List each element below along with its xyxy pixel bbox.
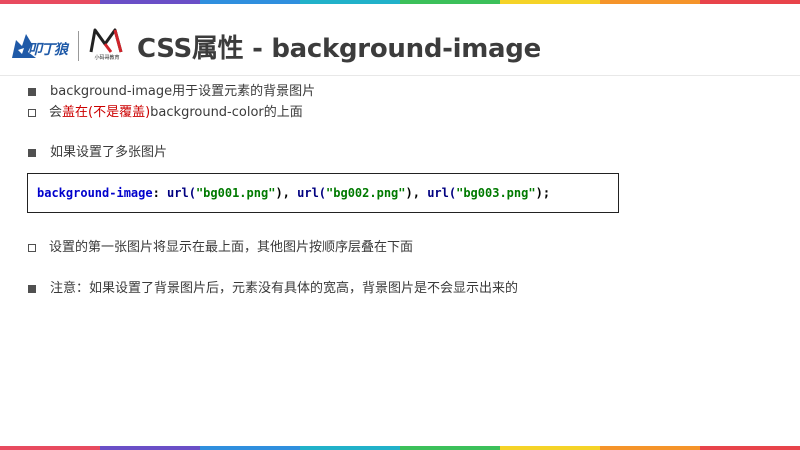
filled-square-bullet-icon (28, 88, 36, 96)
stripe-segment (500, 446, 600, 450)
code-property: background-image (37, 186, 153, 200)
stripe-segment (0, 446, 100, 450)
stripe-segment (400, 446, 500, 450)
stripe-segment (200, 0, 300, 4)
code-separator: ), (405, 186, 428, 200)
bullet-item: 会盖在(不是覆盖) background-color的上面 (28, 104, 303, 122)
bottom-color-stripe (0, 446, 800, 450)
stripe-segment (600, 446, 700, 450)
stripe-segment (0, 0, 100, 4)
bullet-item: 如果设置了多张图片 (28, 144, 167, 162)
stripe-segment (700, 446, 800, 450)
stripe-segment (100, 446, 200, 450)
code-function: url( (297, 186, 327, 200)
stripe-segment (300, 0, 400, 4)
code-function: url( (427, 186, 457, 200)
code-terminator: ); (535, 186, 551, 200)
hollow-square-bullet-icon (28, 109, 36, 117)
m-letter-icon (89, 28, 123, 53)
stripe-segment (100, 0, 200, 4)
top-color-stripe (0, 0, 800, 4)
bullet-text: 如果设置了多张图片 (50, 145, 168, 160)
hollow-square-bullet-icon (28, 244, 36, 252)
stripe-segment (700, 0, 800, 4)
code-string: "bg002.png" (326, 186, 406, 200)
code-separator: ), (275, 186, 298, 200)
bullet-highlight-text: 盖在(不是覆盖) (62, 105, 151, 120)
logo-divider (78, 31, 79, 61)
slide-title: CSS属性 - background-image (137, 33, 541, 64)
xiaomage-logo-text: 小码哥教育 (94, 55, 120, 61)
slide-header: 叩丁狼 小码哥教育 CSS属性 - background-image (10, 18, 541, 74)
bullet-item: 设置的第一张图片将显示在最上面，其他图片按顺序层叠在下面 (28, 239, 413, 257)
koudinglang-logo: 叩丁狼 (10, 28, 74, 64)
xiaomage-logo: 小码哥教育 (85, 26, 129, 66)
code-string: "bg003.png" (456, 186, 536, 200)
bullet-text-suffix: background-color的上面 (150, 105, 303, 120)
bullet-item: background-image用于设置元素的背景图片 (28, 83, 315, 101)
filled-square-bullet-icon (28, 149, 36, 157)
bullet-text-prefix: 会 (49, 105, 63, 120)
code-string: "bg001.png" (195, 186, 276, 200)
code-block: background-image: url("bg001.png"), url(… (27, 173, 619, 213)
stripe-segment (400, 0, 500, 4)
koudinglang-logo-text: 叩丁狼 (28, 42, 68, 58)
bullet-item: 注意：如果设置了背景图片后，元素没有具体的宽高，背景图片是不会显示出来的 (28, 280, 518, 298)
code-function: url( (167, 186, 196, 200)
bullet-text: 设置的第一张图片将显示在最上面，其他图片按顺序层叠在下面 (49, 240, 414, 255)
header-divider (0, 75, 800, 76)
stripe-segment (500, 0, 600, 4)
bullet-text: background-image用于设置元素的背景图片 (50, 84, 316, 99)
filled-square-bullet-icon (28, 285, 36, 293)
stripe-segment (300, 446, 400, 450)
stripe-segment (600, 0, 700, 4)
code-colon: : (152, 186, 168, 200)
stripe-segment (200, 446, 300, 450)
bullet-text: 注意：如果设置了背景图片后，元素没有具体的宽高，背景图片是不会显示出来的 (50, 281, 519, 296)
